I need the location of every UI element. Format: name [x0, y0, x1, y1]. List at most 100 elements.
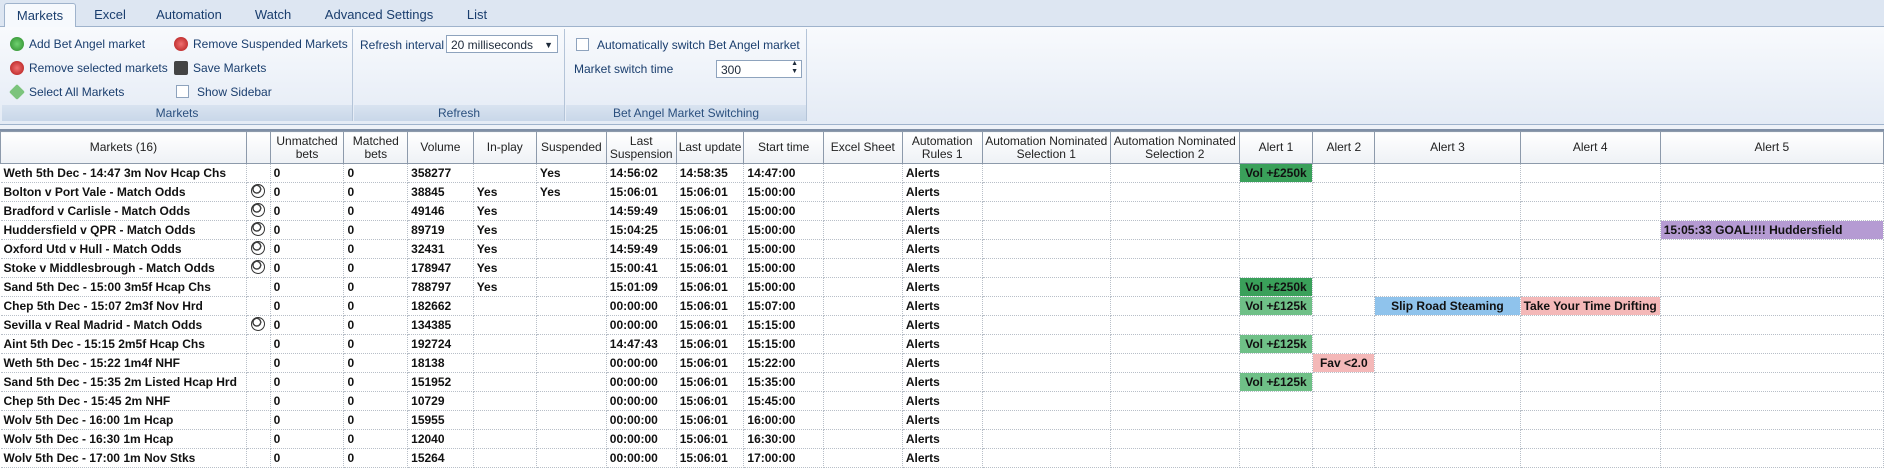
cell-excel-sheet — [823, 315, 903, 335]
cell-alert-1: Vol +£250k — [1239, 277, 1314, 297]
column-header-suspended[interactable]: Suspended — [535, 131, 607, 164]
remove-icon — [10, 61, 24, 75]
table-row[interactable]: Chep 5th Dec - 15:45 2m NHF 0 0 10729 00:00:… — [0, 391, 1884, 411]
soccer-ball-icon — [251, 240, 266, 255]
column-header-alert-5[interactable]: Alert 5 — [1659, 131, 1884, 164]
cell-automation-rules-1: Alerts — [902, 315, 983, 335]
cell-alert-4 — [1520, 182, 1661, 202]
cell-alert-1 — [1239, 448, 1314, 468]
refresh-interval-select[interactable]: 20 milliseconds ▼ — [446, 35, 558, 53]
column-header-unmatched-bets[interactable]: Unmatched bets — [269, 131, 345, 164]
table-row[interactable]: Wolv 5th Dec - 16:30 1m Hcap 0 0 12040 00:00… — [0, 429, 1884, 449]
cell-alert-1 — [1239, 239, 1314, 259]
cell-nominated-selection-1 — [982, 201, 1112, 221]
table-row[interactable]: Oxford Utd v Hull - Match Odds 0 0 32431 Yes… — [0, 239, 1884, 259]
cell-volume: 192724 — [407, 334, 474, 354]
cell-excel-sheet — [823, 410, 903, 430]
cell-automation-rules-1: Alerts — [902, 391, 983, 411]
tab-excel[interactable]: Excel — [84, 3, 136, 26]
table-row[interactable]: Sand 5th Dec - 15:00 3m5f Hcap Chs 0 0 7887… — [0, 277, 1884, 297]
column-header-markets[interactable]: Markets (16) — [0, 131, 247, 164]
tab-automation[interactable]: Automation — [148, 3, 230, 26]
cell-volume: 178947 — [407, 258, 474, 278]
tab-markets[interactable]: Markets — [4, 3, 76, 28]
cell-start-time: 15:00:00 — [743, 201, 824, 221]
table-row[interactable]: Wolv 5th Dec - 17:00 1m Nov Stks 0 0 15264 0… — [0, 448, 1884, 468]
add-market-button[interactable]: Add Bet Angel market — [10, 34, 145, 54]
cell-in-play: Yes — [473, 201, 537, 221]
cell-volume: 788797 — [407, 277, 474, 297]
column-header-nominated-selection-2[interactable]: Automation Nominated Selection 2 — [1110, 131, 1240, 164]
tab-list[interactable]: List — [452, 3, 502, 26]
soccer-ball-icon — [251, 316, 266, 331]
select-all-button[interactable]: Select All Markets — [9, 82, 124, 102]
cell-alert-4 — [1520, 315, 1661, 335]
table-row[interactable]: Chep 5th Dec - 15:07 2m3f Nov Hrd 0 0 18266… — [0, 296, 1884, 316]
table-row[interactable]: Sand 5th Dec - 15:35 2m Listed Hcap Hrd 0… — [0, 372, 1884, 392]
cell-last-suspension: 00:00:00 — [606, 448, 677, 468]
tab-watch[interactable]: Watch — [244, 3, 302, 26]
remove-selected-button[interactable]: Remove selected markets — [10, 58, 168, 78]
cell-nominated-selection-2 — [1110, 201, 1240, 221]
cell-excel-sheet — [823, 296, 903, 316]
column-header-in-play[interactable]: In-play — [472, 131, 537, 164]
column-header-excel-sheet[interactable]: Excel Sheet — [822, 131, 903, 164]
cell-suspended: Yes — [536, 182, 607, 202]
table-row[interactable]: Weth 5th Dec - 15:22 1m4f NHF 0 0 18138 00:0… — [0, 353, 1884, 373]
cell-alert-2 — [1312, 239, 1376, 259]
column-header-automation-rules-1[interactable]: Automation Rules 1 — [901, 131, 983, 164]
table-row[interactable]: Weth 5th Dec - 14:47 3m Nov Hcap Chs 0 0 35… — [0, 163, 1884, 183]
cell-alert-5 — [1660, 277, 1884, 297]
spinner-icon[interactable]: ▲ ▼ — [791, 60, 798, 76]
cell-automation-rules-1: Alerts — [902, 372, 983, 392]
table-row[interactable]: Huddersfield v QPR - Match Odds 0 0 89719 Ye… — [0, 220, 1884, 240]
table-row[interactable]: Wolv 5th Dec - 16:00 1m Hcap 0 0 15955 00:00… — [0, 410, 1884, 430]
show-sidebar-checkbox[interactable]: Show Sidebar — [176, 82, 272, 102]
column-header-matched-bets[interactable]: Matched bets — [343, 131, 409, 164]
table-row[interactable]: Bradford v Carlisle - Match Odds 0 0 49146 Y… — [0, 201, 1884, 221]
column-header-nominated-selection-1[interactable]: Automation Nominated Selection 1 — [981, 131, 1112, 164]
cell-alert-3 — [1374, 258, 1521, 278]
auto-switch-checkbox[interactable]: Automatically switch Bet Angel market — [576, 35, 800, 55]
cell-last-suspension: 14:59:49 — [606, 239, 677, 259]
column-header-last-update[interactable]: Last update — [675, 131, 745, 164]
cell-alert-5 — [1660, 429, 1884, 449]
column-header-last-suspension[interactable]: Last Suspension — [605, 131, 677, 164]
cell-matched-bets: 0 — [343, 448, 409, 468]
column-header-start-time[interactable]: Start time — [743, 131, 824, 164]
table-row[interactable]: Sevilla v Real Madrid - Match Odds 0 0 1343… — [0, 315, 1884, 335]
cell-matched-bets: 0 — [343, 391, 409, 411]
markets-table: Markets (16) Unmatched bets Matched bets Vo… — [0, 131, 1884, 468]
column-header-volume[interactable]: Volume — [407, 131, 474, 164]
column-header-alert-1[interactable]: Alert 1 — [1238, 131, 1314, 164]
cell-in-play — [473, 429, 537, 449]
column-header-icon[interactable] — [245, 131, 271, 164]
save-markets-button[interactable]: Save Markets — [174, 58, 266, 78]
cell-alert-3 — [1374, 410, 1521, 430]
switch-time-stepper[interactable]: 300 ▲ ▼ — [716, 60, 802, 78]
sport-icon-cell — [246, 277, 271, 297]
cell-matched-bets: 0 — [343, 334, 409, 354]
cell-last-suspension: 15:00:41 — [606, 258, 677, 278]
cell-excel-sheet — [823, 163, 903, 183]
cell-nominated-selection-2 — [1110, 277, 1240, 297]
cell-start-time: 15:00:00 — [743, 258, 824, 278]
cell-excel-sheet — [823, 448, 903, 468]
cell-volume: 15955 — [407, 410, 474, 430]
cell-alert-1 — [1239, 410, 1314, 430]
cell-automation-rules-1: Alerts — [902, 163, 983, 183]
table-row[interactable]: Aint 5th Dec - 15:15 2m5f Hcap Chs 0 0 1927… — [0, 334, 1884, 354]
cell-start-time: 14:47:00 — [743, 163, 824, 183]
table-row[interactable]: Stoke v Middlesbrough - Match Odds 0 0 1789… — [0, 258, 1884, 278]
table-row[interactable]: Bolton v Port Vale - Match Odds 0 0 38845 Ye… — [0, 182, 1884, 202]
cell-automation-rules-1: Alerts — [902, 201, 983, 221]
column-header-alert-3[interactable]: Alert 3 — [1374, 131, 1521, 164]
column-header-alert-4[interactable]: Alert 4 — [1519, 131, 1661, 164]
tab-advanced-settings[interactable]: Advanced Settings — [316, 3, 442, 26]
cell-nominated-selection-1 — [982, 182, 1112, 202]
remove-suspended-button[interactable]: Remove Suspended Markets — [174, 34, 348, 54]
cell-suspended — [536, 391, 607, 411]
cell-alert-2 — [1312, 315, 1376, 335]
column-header-alert-2[interactable]: Alert 2 — [1312, 131, 1376, 164]
cell-in-play: Yes — [473, 239, 537, 259]
